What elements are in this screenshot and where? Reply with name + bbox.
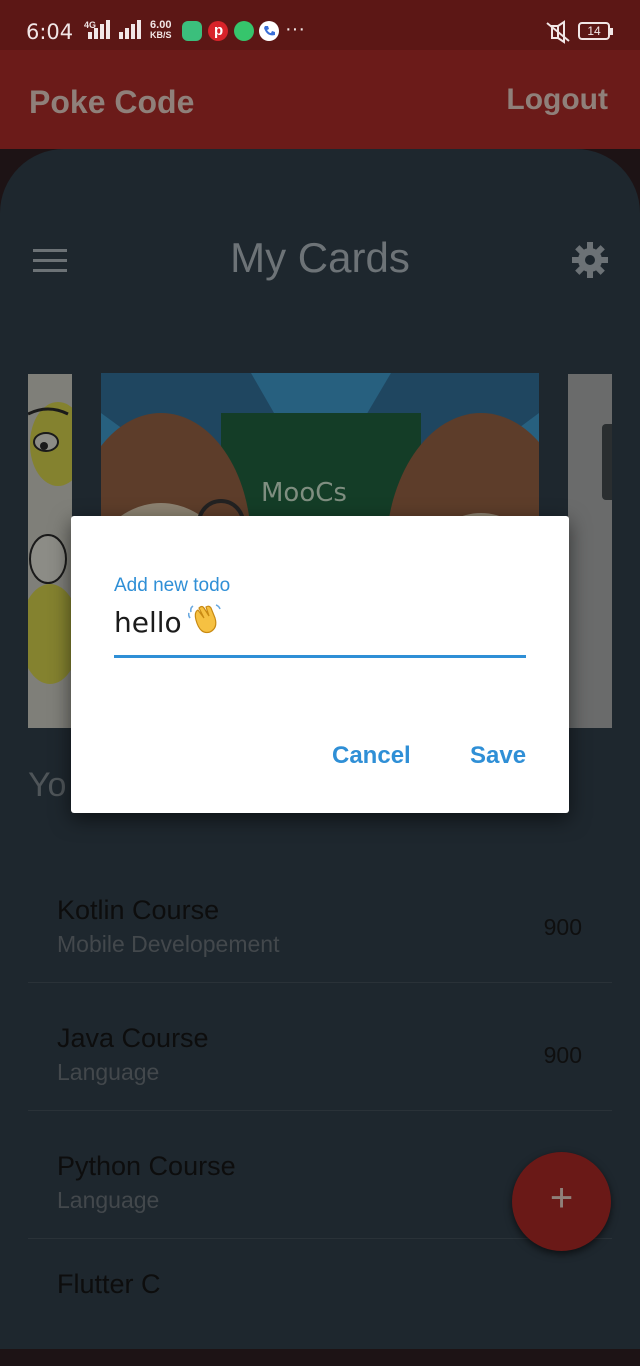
course-title: Python Course: [57, 1151, 236, 1181]
status-time: 6:04: [26, 20, 74, 44]
carousel-card-left[interactable]: [28, 374, 72, 728]
more-notifications: ···: [285, 18, 305, 40]
signal-icon-2: [119, 20, 141, 39]
section-heading: Yo: [28, 766, 67, 804]
mute-icon: [546, 20, 570, 44]
phone-icon: [259, 21, 279, 41]
todo-input-text: hello: [114, 606, 182, 639]
carousel-card-right[interactable]: [568, 374, 612, 728]
course-value: 900: [543, 1042, 582, 1068]
logout-button[interactable]: Logout: [506, 83, 608, 117]
pinterest-icon: p: [208, 21, 228, 41]
course-subtitle: Language: [57, 1059, 160, 1085]
course-subtitle: Language: [57, 1187, 160, 1213]
course-value: 900: [543, 914, 582, 940]
app-icon: [182, 21, 202, 41]
add-todo-dialog: Add new todo hello Cancel Save: [71, 516, 569, 813]
course-title: Java Course: [57, 1023, 209, 1053]
page-title: My Cards: [230, 234, 410, 281]
gear-icon[interactable]: [570, 240, 610, 280]
list-item-course[interactable]: Java Course Language 900: [28, 983, 612, 1111]
cancel-button[interactable]: Cancel: [332, 742, 411, 770]
battery-icon: 14: [578, 22, 613, 40]
battery-level: 14: [587, 24, 601, 38]
list-item-course[interactable]: Flutter C: [28, 1239, 612, 1366]
plus-icon: +: [549, 1176, 574, 1220]
waving-hand-icon: [187, 602, 222, 643]
status-bar: 6:04 4G 6.00 KB/S p ··· 14: [0, 0, 640, 50]
input-underline: [114, 655, 526, 658]
app-bar: Poke Code Logout: [0, 50, 640, 149]
net-speed: 6.00 KB/S: [150, 20, 172, 40]
app-title: Poke Code: [29, 84, 195, 120]
save-button[interactable]: Save: [470, 742, 526, 770]
signal-icon: [88, 20, 110, 39]
todo-input[interactable]: hello: [114, 602, 222, 643]
todo-field-label: Add new todo: [114, 575, 231, 596]
add-fab-button[interactable]: +: [512, 1152, 611, 1251]
course-title: Flutter C: [57, 1269, 161, 1299]
list-item-course[interactable]: Kotlin Course Mobile Developement 900: [28, 855, 612, 983]
whatsapp-icon: [234, 21, 254, 41]
cartoon-image-left: [28, 374, 72, 728]
course-subtitle: Mobile Developement: [57, 931, 280, 957]
card-center-text: MooCs: [261, 478, 347, 508]
course-title: Kotlin Course: [57, 895, 220, 925]
net-speed-unit: KB/S: [150, 30, 172, 40]
